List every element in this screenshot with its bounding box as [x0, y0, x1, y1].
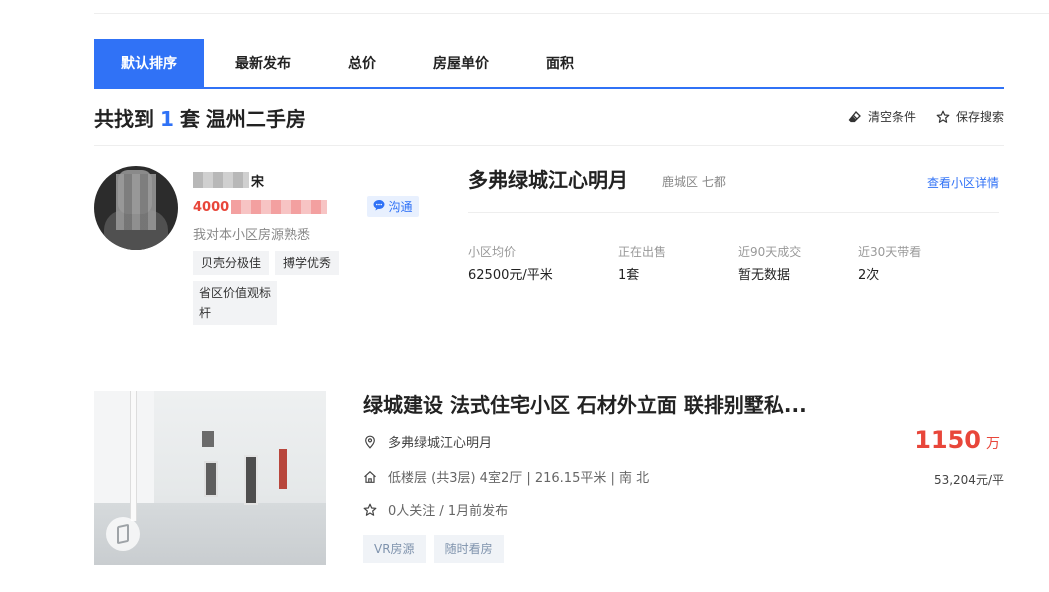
result-measure: 套 [179, 107, 200, 131]
stat-label: 近30天带看 [858, 245, 922, 259]
vr-icon[interactable] [106, 517, 140, 551]
stat-value: 62500元/平米 [468, 268, 553, 283]
tab-default-sort[interactable]: 默认排序 [94, 39, 204, 87]
top-bar [94, 0, 1049, 14]
stat-value: 1套 [618, 268, 640, 283]
house-info-text: 低楼层 (共3层) 4室2厅 | 216.15平米 | 南 北 [388, 471, 650, 486]
total-price-value: 1150 [914, 426, 981, 454]
divider [94, 145, 1004, 146]
stat-on-sale: 正在出售 1套 [618, 243, 666, 283]
house-icon [363, 470, 377, 484]
community-detail-link[interactable]: 查看小区详情 [927, 174, 999, 191]
search-actions: 清空条件 保存搜索 [848, 108, 1004, 125]
result-count: 1 [160, 107, 174, 131]
tab-area[interactable]: 面积 [520, 39, 600, 87]
chat-bubble-icon [373, 199, 385, 214]
unit-price: 53,204元/平 [933, 473, 1004, 487]
listing-tags: VR房源 随时看房 [363, 535, 504, 563]
follow-info-text: 0人关注 / 1月前发布 [388, 504, 509, 519]
listing-tag-vr: VR房源 [363, 535, 426, 563]
agent-description: 我对本小区房源熟悉 [193, 228, 311, 243]
agent-tags: 贝壳分极佳 搏学优秀 省区价值观标杆 [193, 251, 429, 325]
total-price-unit: 万 [986, 436, 1000, 452]
result-city: 温州二手房 [205, 107, 306, 131]
redacted-name [193, 172, 249, 188]
stat-viewings-30d: 近30天带看 2次 [858, 243, 921, 283]
stat-label: 近90天成交 [738, 245, 802, 259]
agent-name[interactable]: 宋 [193, 170, 264, 190]
clear-filters-label: 清空条件 [867, 110, 916, 124]
stat-value: 2次 [858, 268, 880, 283]
tab-unit-price[interactable]: 房屋单价 [402, 39, 520, 87]
listing-title[interactable]: 绿城建设 法式住宅小区 石材外立面 联排别墅私... [363, 389, 807, 418]
stat-label: 小区均价 [468, 245, 517, 259]
sort-tabs: 默认排序 最新发布 总价 房屋单价 面积 [94, 39, 1004, 89]
stat-deals-90d: 近90天成交 暂无数据 [738, 243, 801, 283]
tab-total-price[interactable]: 总价 [322, 39, 402, 87]
community-name[interactable]: 多弗绿城江心明月 [468, 164, 628, 193]
location-pin-icon [363, 435, 377, 449]
listing-community[interactable]: 多弗绿城江心明月 [363, 432, 492, 451]
stat-value: 暂无数据 [738, 268, 791, 283]
divider [468, 212, 999, 213]
save-search-label: 保存搜索 [955, 110, 1004, 124]
stat-label: 正在出售 [618, 245, 667, 259]
save-search-button[interactable]: 保存搜索 [936, 108, 1004, 125]
agent-tag: 搏学优秀 [275, 251, 340, 275]
listing-photo[interactable] [94, 391, 326, 565]
listing-follow-info: 0人关注 / 1月前发布 [363, 500, 508, 519]
stat-avg-price: 小区均价 62500元/平米 [468, 243, 553, 283]
chat-button[interactable]: 沟通 [367, 196, 419, 217]
community-area: 鹿城区 七都 [662, 175, 726, 189]
agent-tag: 省区价值观标杆 [193, 281, 277, 325]
star-outline-icon [363, 503, 377, 517]
redacted-phone [231, 200, 328, 214]
agent-avatar[interactable] [94, 166, 178, 250]
listing-tag-viewing: 随时看房 [433, 535, 504, 563]
total-price: 1150 万 [914, 426, 1000, 454]
clear-filters-button[interactable]: 清空条件 [848, 108, 916, 125]
listing-house-info: 低楼层 (共3层) 4室2厅 | 216.15平米 | 南 北 [363, 467, 649, 486]
agent-phone: 4000 [193, 198, 328, 216]
agent-name-visible: 宋 [251, 174, 265, 190]
listing-community-name: 多弗绿城江心明月 [388, 436, 493, 451]
star-icon [936, 110, 950, 124]
result-summary: 共找到 1 套温州二手房 [94, 103, 306, 132]
eraser-icon [848, 110, 862, 124]
tab-newest[interactable]: 最新发布 [204, 39, 322, 87]
result-prefix: 共找到 [94, 107, 154, 131]
agent-tag: 贝壳分极佳 [193, 251, 270, 275]
agent-phone-visible: 4000 [193, 199, 230, 215]
chat-label: 沟通 [388, 200, 413, 214]
